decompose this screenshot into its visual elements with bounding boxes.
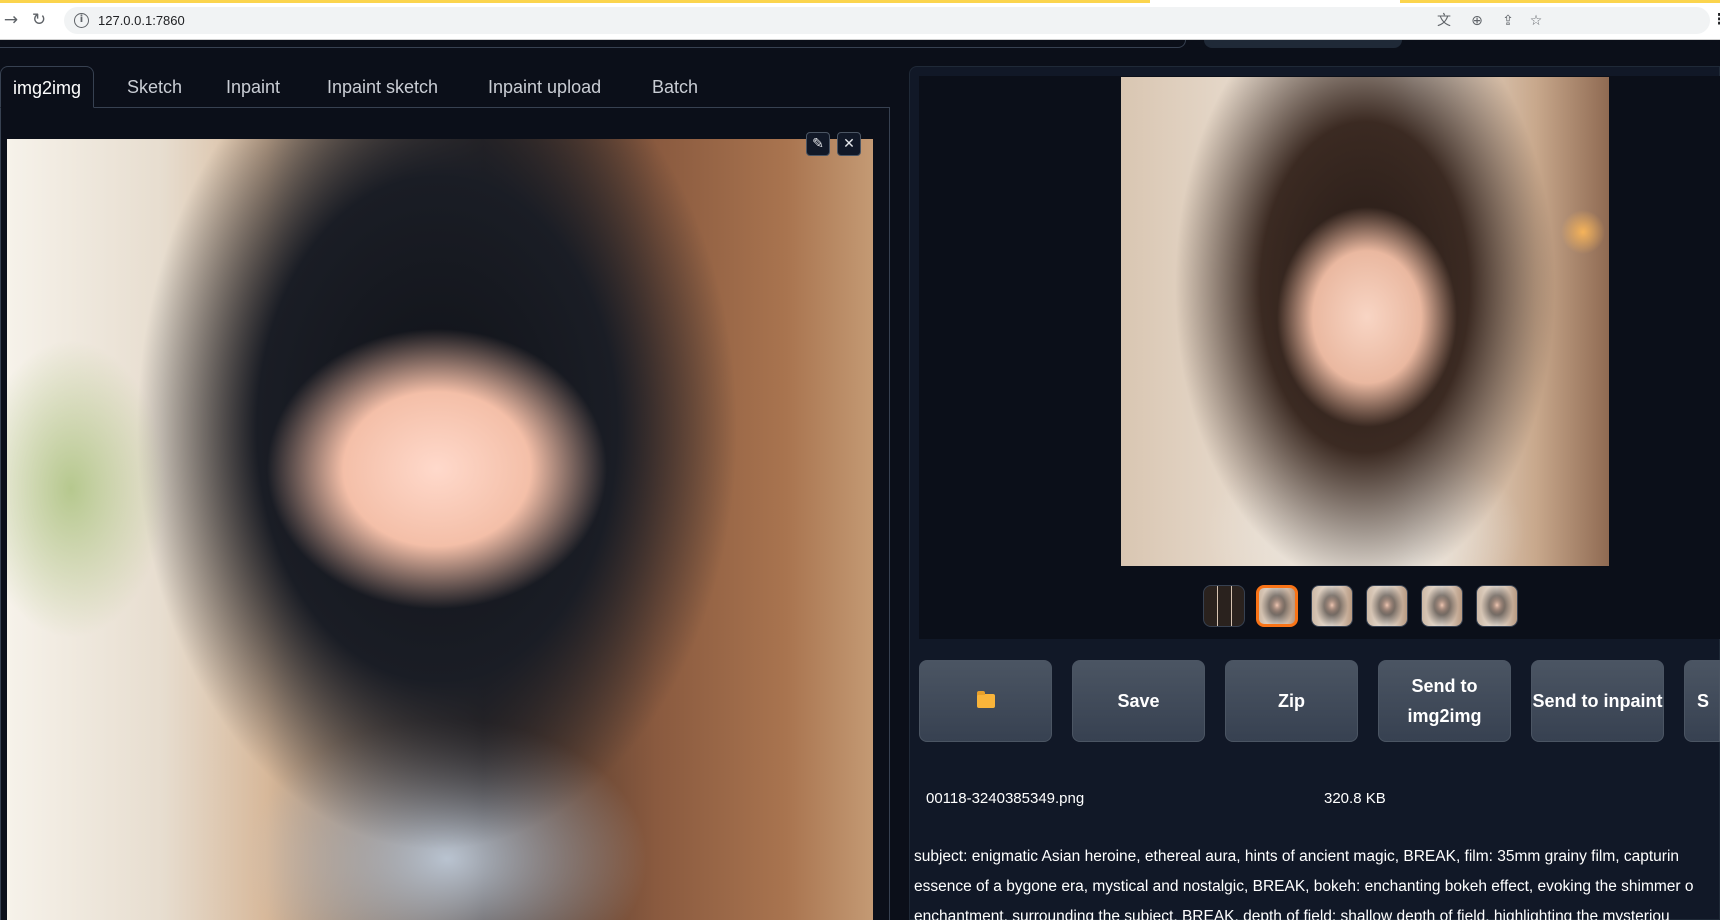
output-image-preview[interactable] [1121,77,1609,566]
mode-tabs: img2img Sketch Inpaint Inpaint sketch In… [0,66,890,108]
site-info-icon[interactable]: i [74,13,89,28]
bookmark-star-icon[interactable]: ☆ [1526,11,1546,31]
translate-icon[interactable]: 文 [1434,11,1454,31]
reload-icon[interactable]: ↻ [28,9,50,31]
edit-icon[interactable]: ✎ [806,132,830,156]
image-background-foliage [7,339,167,639]
thumbnail[interactable] [1366,585,1408,627]
generation-info: subject: enigmatic Asian heroine, ethere… [914,842,1714,920]
folder-icon [976,691,995,708]
output-file-name: 00118-3240385349.png [926,790,1085,807]
top-panel-edge [0,40,1186,48]
thumbnail-selected[interactable] [1256,585,1298,627]
url-text: 127.0.0.1:7860 [98,13,185,28]
thumbnail-grid[interactable] [1203,585,1245,627]
top-button-edge[interactable] [1204,40,1402,48]
zoom-icon[interactable]: ⊕ [1467,11,1487,31]
generation-info-line: enchantment, surrounding the subject, BR… [914,908,1670,920]
send-to-inpaint-button[interactable]: Send to inpaint [1531,660,1664,742]
output-file-size: 320.8 KB [1324,790,1386,807]
tab-img2img[interactable]: img2img [0,66,95,108]
tab-inpaint-upload[interactable]: Inpaint upload [488,66,601,108]
browser-chrome: → ↻ i 127.0.0.1:7860 文 ⊕ ⇪ ☆ ⋮ [0,0,1720,40]
generation-info-line: subject: enigmatic Asian heroine, ethere… [914,848,1680,865]
zip-button[interactable]: Zip [1225,660,1358,742]
forward-icon[interactable]: → [0,9,22,31]
input-image[interactable] [7,139,873,920]
send-to-img2img-button[interactable]: Send to img2img [1378,660,1511,742]
open-folder-button[interactable] [919,660,1052,742]
save-button[interactable]: Save [1072,660,1205,742]
generation-info-line: essence of a bygone era, mystical and no… [914,878,1694,895]
loading-bar-2 [1400,0,1720,3]
thumbnail[interactable] [1476,585,1518,627]
send-to-extras-button[interactable]: S [1684,660,1720,742]
tab-inpaint-sketch[interactable]: Inpaint sketch [327,66,438,108]
tab-batch[interactable]: Batch [652,66,698,108]
thumbnail[interactable] [1421,585,1463,627]
tab-sketch[interactable]: Sketch [127,66,182,108]
address-bar[interactable]: i 127.0.0.1:7860 文 ⊕ ⇪ ☆ [64,7,1710,34]
close-icon[interactable]: ✕ [837,132,861,156]
share-icon[interactable]: ⇪ [1498,11,1518,31]
loading-bar [0,0,1150,3]
browser-menu-icon[interactable]: ⋮ [1712,10,1720,30]
thumbnail[interactable] [1311,585,1353,627]
tab-inpaint[interactable]: Inpaint [226,66,280,108]
